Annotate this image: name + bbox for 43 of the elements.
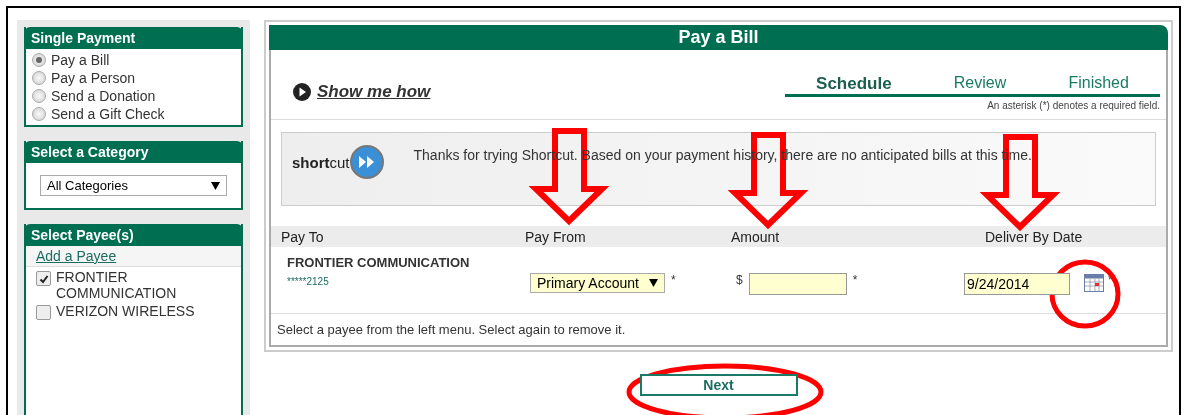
play-icon — [293, 83, 311, 101]
pay-from-dropdown[interactable]: Primary Account — [530, 273, 665, 293]
column-header: Pay To — [281, 229, 325, 245]
required-asterisk: * — [852, 273, 858, 287]
radio-button[interactable] — [32, 71, 46, 85]
radio-button[interactable] — [32, 89, 46, 103]
date-field[interactable]: 9/24/2014 — [964, 273, 1070, 295]
payee-label[interactable]: VERIZON WIRELESS — [56, 303, 206, 319]
account-number: *****2125 — [287, 276, 330, 287]
amount-field[interactable] — [748, 273, 847, 295]
category-dropdown[interactable]: All Categories — [40, 175, 227, 196]
step-label: Schedule — [816, 74, 892, 94]
payee-label[interactable]: FRONTIER COMMUNICATION — [56, 269, 206, 301]
caret-icon — [648, 279, 658, 287]
fast-forward-icon — [349, 145, 384, 179]
hint-text: Select a payee from the left menu. Select again to remove it. — [276, 321, 627, 339]
radio-button[interactable] — [32, 107, 46, 121]
caret-icon — [211, 181, 220, 190]
panel-header: Select Payee(s) — [24, 224, 243, 246]
calendar-icon[interactable] — [1084, 274, 1104, 292]
show-me-how-link[interactable]: Show me how — [317, 82, 431, 102]
column-header: Pay From — [525, 229, 587, 245]
checkbox[interactable] — [36, 305, 51, 320]
payee-name: FRONTIER COMMUNICATION — [287, 255, 471, 270]
radio-label[interactable]: Send a Gift Check — [51, 106, 165, 122]
next-button[interactable]: Next — [639, 374, 798, 396]
step-label: Finished — [1068, 74, 1129, 93]
radio-label[interactable]: Pay a Person — [51, 70, 136, 86]
currency-symbol: $ — [736, 273, 743, 287]
radio-label[interactable]: Send a Donation — [51, 88, 156, 104]
radio-button[interactable] — [32, 53, 46, 67]
required-note: An asterisk (*) denotes a required field. — [987, 100, 1160, 111]
radio-label[interactable]: Pay a Bill — [51, 52, 110, 68]
required-asterisk: * — [670, 273, 676, 287]
page-title: Pay a Bill — [269, 25, 1168, 50]
step-label: Review — [953, 74, 1007, 93]
column-header: Deliver By Date — [984, 229, 1084, 245]
checkbox[interactable] — [36, 271, 51, 286]
annotation-circle — [1049, 259, 1121, 329]
shortcut-logo: shortcut — [292, 153, 350, 171]
column-header: Amount — [731, 229, 781, 245]
panel-header: Single Payment — [24, 27, 243, 49]
panel-header: Select a Category — [24, 141, 243, 163]
